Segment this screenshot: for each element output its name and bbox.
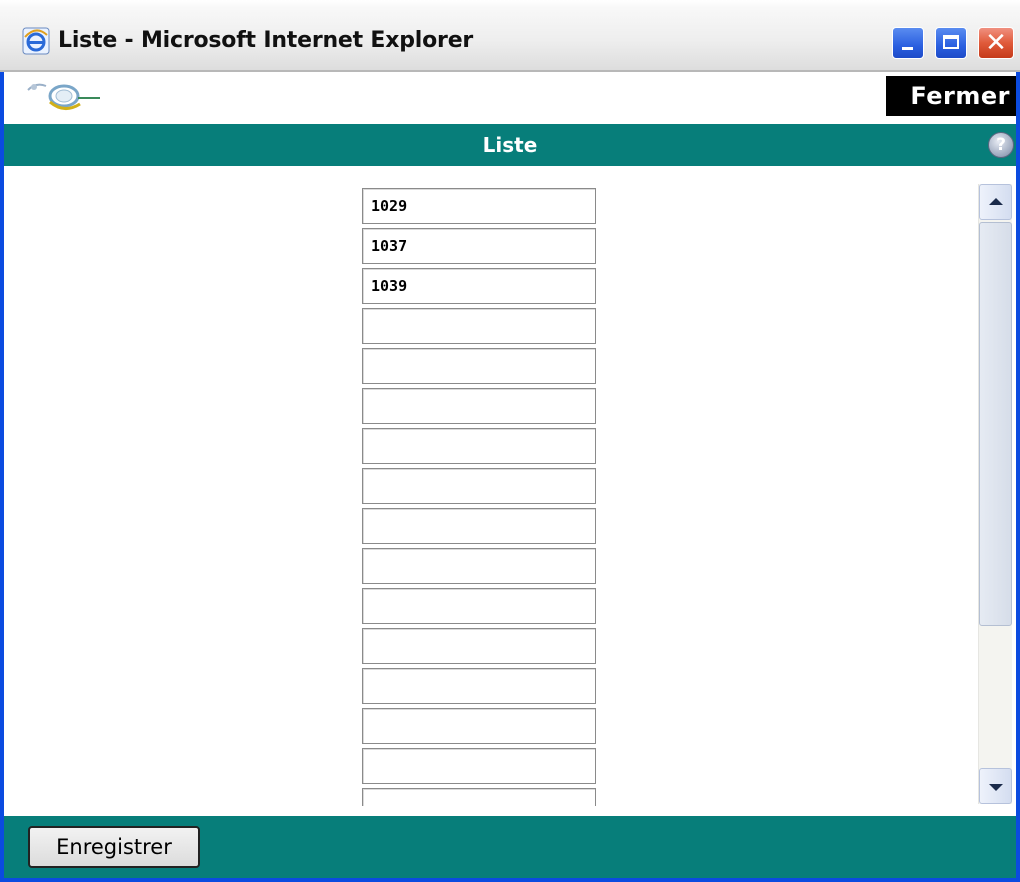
minimize-icon [902, 47, 913, 50]
list-field[interactable] [362, 628, 596, 664]
list-field[interactable] [362, 508, 596, 544]
maximize-icon [943, 35, 959, 49]
list-field[interactable] [362, 708, 596, 744]
internet-explorer-icon [22, 27, 50, 55]
arrow-down-icon [989, 784, 1003, 791]
value-list [362, 188, 598, 806]
title-bar: Liste - Microsoft Internet Explorer ✕ [0, 0, 1020, 72]
list-field[interactable] [362, 428, 596, 464]
footer-bar: Enregistrer [4, 816, 1016, 878]
header-bar: Liste ? [4, 124, 1016, 166]
close-window-button[interactable]: ✕ [978, 27, 1014, 59]
help-icon[interactable]: ? [988, 132, 1014, 158]
maximize-button[interactable] [935, 27, 967, 59]
arrow-up-icon [989, 198, 1003, 205]
list-field[interactable] [362, 588, 596, 624]
list-field[interactable] [362, 388, 596, 424]
list-field[interactable] [362, 348, 596, 384]
close-link[interactable]: Fermer [886, 76, 1016, 116]
minimize-button[interactable] [892, 27, 924, 59]
window-title: Liste - Microsoft Internet Explorer [58, 28, 474, 53]
list-field[interactable] [362, 748, 596, 784]
scroll-down-button[interactable] [979, 768, 1012, 804]
list-field[interactable] [362, 668, 596, 704]
content-area [4, 166, 1016, 806]
list-field[interactable] [362, 188, 596, 224]
browser-window: Liste - Microsoft Internet Explorer ✕ Fe… [0, 0, 1020, 882]
scroll-thumb[interactable] [979, 222, 1012, 626]
list-field[interactable] [362, 268, 596, 304]
app-logo [27, 83, 100, 110]
list-field[interactable] [362, 228, 596, 264]
list-field[interactable] [362, 308, 596, 344]
list-field[interactable] [362, 788, 596, 806]
list-field[interactable] [362, 548, 596, 584]
save-button[interactable]: Enregistrer [28, 826, 200, 868]
scroll-up-button[interactable] [979, 184, 1012, 220]
close-icon: ✕ [985, 28, 1007, 58]
page-title: Liste [482, 133, 538, 157]
vertical-scrollbar[interactable] [978, 184, 1012, 804]
list-field[interactable] [362, 468, 596, 504]
top-toolbar: Fermer [4, 72, 1016, 120]
